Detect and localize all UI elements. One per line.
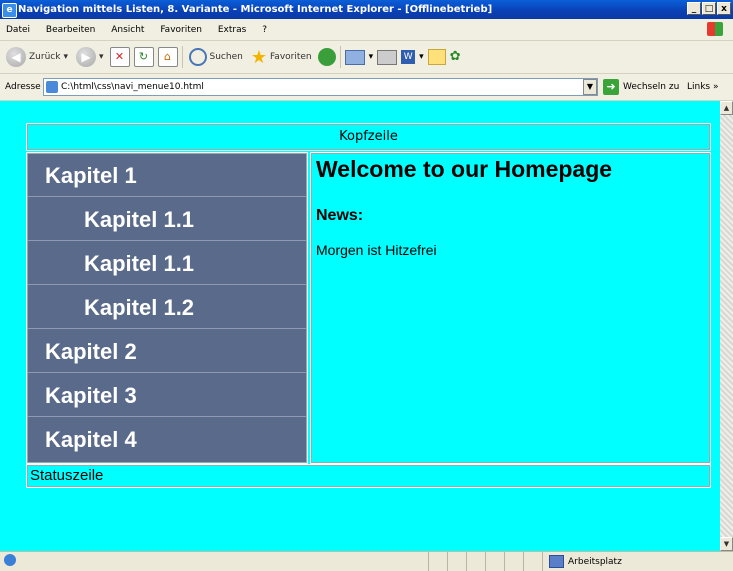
links-more-icon[interactable]: »: [713, 82, 719, 92]
nav-item-kapitel-1-1[interactable]: Kapitel 1.1: [28, 198, 306, 241]
menu-help[interactable]: ?: [262, 25, 267, 35]
page-content: Welcome to our Homepage News: Morgen ist…: [310, 152, 711, 464]
edit-word-icon[interactable]: W: [401, 50, 416, 64]
favorites-button[interactable]: ★ Favoriten: [249, 45, 314, 69]
refresh-icon[interactable]: ↻: [133, 47, 154, 67]
menu-datei[interactable]: Datei: [6, 25, 30, 35]
status-bar: Arbeitsplatz: [0, 551, 733, 571]
scroll-up-icon[interactable]: ▲: [720, 101, 733, 115]
page-viewport: Kopfzeile Kapitel 1 Kapitel 1.1 Kapitel …: [0, 101, 720, 551]
forward-dropdown-icon[interactable]: ▾: [99, 52, 104, 62]
status-pane: [504, 552, 523, 571]
vertical-scrollbar[interactable]: ▲ ▼: [720, 101, 733, 551]
status-pane: [428, 552, 447, 571]
address-label: Adresse: [5, 82, 41, 92]
menu-bar: Datei Bearbeiten Ansicht Favoriten Extra…: [0, 19, 733, 41]
status-panes: [428, 552, 542, 571]
back-label: Zurück: [29, 52, 61, 62]
go-label: Wechseln zu: [623, 82, 680, 92]
toolbar-separator: [181, 46, 183, 68]
ie-icon: e: [2, 3, 17, 18]
address-bar: Adresse C:\html\css\navi_menue10.html ▼ …: [0, 74, 733, 101]
messenger-icon[interactable]: ✿: [450, 49, 466, 65]
computer-icon: [549, 555, 564, 568]
status-pane: [466, 552, 485, 571]
close-button[interactable]: x: [717, 2, 731, 15]
menu-favoriten[interactable]: Favoriten: [160, 25, 202, 35]
favorites-label: Favoriten: [269, 52, 312, 62]
window-controls: _ □ x: [687, 2, 731, 15]
nav-item-kapitel-3[interactable]: Kapitel 3: [28, 374, 306, 417]
status-pane: [447, 552, 466, 571]
windows-logo-icon: [707, 22, 723, 36]
nav-item-kapitel-1-2[interactable]: Kapitel 1.2: [28, 286, 306, 329]
page-footer: Statuszeile: [26, 464, 711, 488]
menu-ansicht[interactable]: Ansicht: [111, 25, 144, 35]
zone-label: Arbeitsplatz: [568, 556, 622, 567]
address-input[interactable]: C:\html\css\navi_menue10.html: [43, 78, 598, 96]
security-zone: Arbeitsplatz: [542, 552, 622, 571]
nav-item-kapitel-1-1-b[interactable]: Kapitel 1.1: [28, 242, 306, 285]
window-title-bar: e Navigation mittels Listen, 8. Variante…: [0, 0, 733, 19]
go-arrow-icon: ➜: [603, 79, 619, 95]
back-arrow-icon: ◀: [6, 47, 26, 67]
page-header: Kopfzeile: [26, 123, 711, 151]
mail-icon[interactable]: [344, 49, 365, 65]
forward-arrow-icon: ▶: [75, 47, 96, 67]
back-dropdown-icon[interactable]: ▾: [63, 52, 68, 62]
links-toolbar[interactable]: Links »: [687, 82, 719, 92]
maximize-button[interactable]: □: [702, 2, 716, 15]
nav-item-kapitel-4[interactable]: Kapitel 4: [28, 418, 306, 461]
status-pane: [523, 552, 542, 571]
address-dropdown-icon[interactable]: ▼: [583, 79, 597, 95]
links-label: Links: [687, 82, 711, 92]
status-pane: [485, 552, 504, 571]
search-label: Suchen: [209, 52, 243, 62]
back-button[interactable]: ◀ Zurück ▾: [4, 45, 70, 69]
news-text: Morgen ist Hitzefrei: [316, 242, 437, 258]
home-icon[interactable]: ⌂: [157, 47, 178, 67]
media-icon[interactable]: [317, 48, 336, 66]
edit-dropdown-icon[interactable]: ▾: [419, 52, 424, 62]
nav-item-kapitel-1[interactable]: Kapitel 1: [28, 154, 306, 197]
menu-extras[interactable]: Extras: [218, 25, 246, 35]
search-icon: [188, 48, 207, 66]
navigation-menu: Kapitel 1 Kapitel 1.1 Kapitel 1.1 Kapite…: [26, 152, 308, 464]
window-title: Navigation mittels Listen, 8. Variante -…: [18, 4, 493, 15]
forward-button[interactable]: ▶ ▾: [74, 45, 106, 69]
mail-dropdown-icon[interactable]: ▾: [369, 52, 374, 62]
address-value: C:\html\css\navi_menue10.html: [61, 82, 204, 92]
page-heading: Welcome to our Homepage: [316, 156, 613, 182]
toolbar-separator: [339, 46, 341, 68]
minimize-button[interactable]: _: [687, 2, 701, 15]
stop-icon[interactable]: ✕: [109, 47, 130, 67]
search-button[interactable]: Suchen: [187, 45, 245, 69]
menu-bearbeiten[interactable]: Bearbeiten: [46, 25, 95, 35]
go-button[interactable]: ➜ Wechseln zu: [603, 79, 679, 95]
print-icon[interactable]: [377, 49, 398, 65]
page-status-icon: [4, 554, 16, 566]
nav-item-kapitel-2[interactable]: Kapitel 2: [28, 330, 306, 373]
page-icon: [46, 81, 58, 93]
news-heading: News:: [316, 207, 364, 224]
notes-icon[interactable]: [427, 49, 446, 65]
favorites-star-icon: ★: [250, 46, 267, 68]
toolbar: ◀ Zurück ▾ ▶ ▾ ✕ ↻ ⌂ Suchen ★ Favoriten …: [0, 41, 733, 74]
scroll-down-icon[interactable]: ▼: [720, 537, 733, 551]
